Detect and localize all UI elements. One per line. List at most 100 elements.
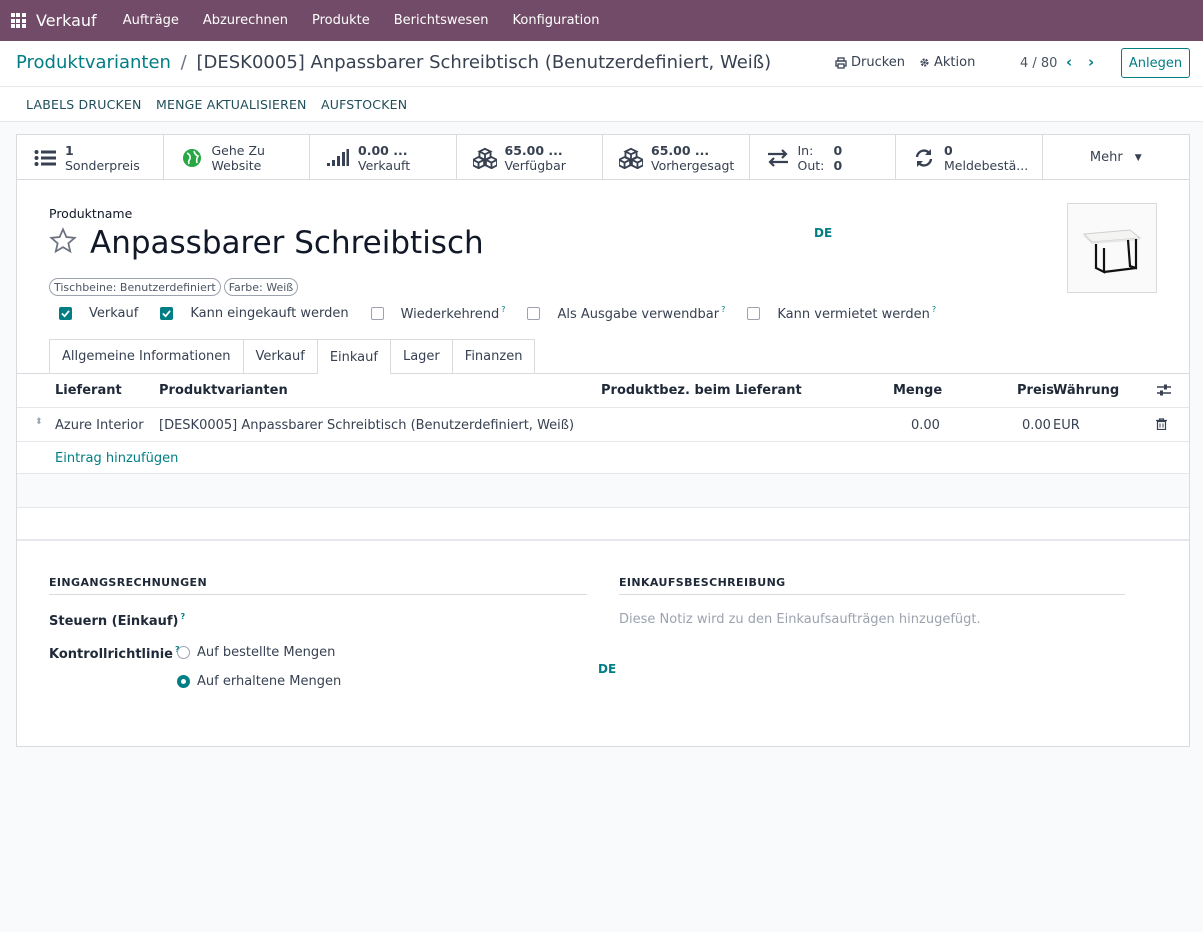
bills-section-title: EINGANGSRECHNUNGEN xyxy=(49,576,587,595)
website-line2: Website xyxy=(211,157,262,173)
product-name-field[interactable]: Anpassbarer Schreibtisch xyxy=(90,225,484,261)
row-divider xyxy=(17,441,1189,442)
action-label: Aktion xyxy=(934,55,976,70)
print-label: Drucken xyxy=(851,55,906,70)
currency-cell[interactable]: EUR xyxy=(1053,418,1080,433)
column-header-currency[interactable]: Währung xyxy=(1053,383,1119,398)
table-bottom-divider xyxy=(17,539,1189,541)
product-options: Verkauf Kann eingekauft werden Wiederkeh… xyxy=(59,305,958,322)
breadcrumb-parent[interactable]: Produktvarianten xyxy=(16,52,171,73)
out-value: 0 xyxy=(833,157,843,173)
purchase-description-field[interactable]: Diese Notiz wird zu den Einkaufsaufträge… xyxy=(619,612,981,627)
control-policy-label: Kontrollrichtlinie? xyxy=(49,645,180,662)
control-received-radio[interactable]: Auf erhaltene Mengen xyxy=(177,674,341,689)
pricelist-count: 1 xyxy=(65,142,74,158)
menu-reporting[interactable]: Berichtswesen xyxy=(382,0,501,41)
sale-ok-checkbox[interactable] xyxy=(59,307,72,320)
sale-ok-label: Verkauf xyxy=(89,306,139,321)
reorder-smart-button[interactable]: 0 Meldebestä... xyxy=(896,135,1043,180)
more-label: Mehr xyxy=(1089,150,1123,165)
table-header-divider xyxy=(17,407,1189,408)
cubes-icon xyxy=(472,146,497,170)
variant-tag-color: Farbe: Weiß xyxy=(223,278,299,296)
trash-icon[interactable] xyxy=(1156,418,1167,434)
description-language-badge[interactable]: DE xyxy=(598,662,616,676)
more-smart-button[interactable]: Mehr ▼ xyxy=(1043,135,1190,180)
menu-to-invoice[interactable]: Abzurechnen xyxy=(191,0,300,41)
pricelist-smart-button[interactable]: 1 Sonderpreis xyxy=(17,135,164,180)
available-label: Verfügbar xyxy=(504,157,566,173)
recurring-label: Wiederkehrend? xyxy=(400,305,506,322)
quantity-cell[interactable]: 0.00 xyxy=(911,418,940,433)
purchase-ok-checkbox[interactable] xyxy=(160,307,174,320)
menu-configuration[interactable]: Konfiguration xyxy=(501,0,612,41)
website-smart-button[interactable]: Gehe Zu Website xyxy=(164,135,310,180)
app-name[interactable]: Verkauf xyxy=(36,11,97,30)
action-button[interactable]: Aktion xyxy=(919,55,975,70)
tab-divider xyxy=(17,373,1189,374)
empty-row xyxy=(17,508,1189,541)
favorite-star-icon[interactable] xyxy=(49,227,77,259)
tab-sales[interactable]: Verkauf xyxy=(242,339,318,373)
drag-handle-icon[interactable]: ⬍ xyxy=(35,417,43,427)
control-ordered-radio[interactable]: Auf bestellte Mengen xyxy=(177,645,335,660)
can-be-expensed-checkbox[interactable] xyxy=(527,307,541,320)
pager-previous-icon[interactable]: ‹ xyxy=(1066,53,1072,71)
replenish-button[interactable]: AUFSTOCKEN xyxy=(321,97,407,112)
forecast-label: Vorhergesagt xyxy=(651,157,735,173)
name-language-badge[interactable]: DE xyxy=(814,226,832,240)
desk-image-icon xyxy=(1082,229,1142,274)
add-line-link[interactable]: Eintrag hinzufügen xyxy=(55,451,178,466)
sold-smart-button[interactable]: 0.00 ... Verkauft xyxy=(310,135,457,180)
column-header-variant[interactable]: Produktvarianten xyxy=(159,383,288,398)
forecast-smart-button[interactable]: 65.00 ... Vorhergesagt xyxy=(603,135,750,180)
column-header-vendor[interactable]: Lieferant xyxy=(55,383,122,398)
create-button[interactable]: Anlegen xyxy=(1121,48,1190,78)
rent-ok-label: Kann vermietet werden? xyxy=(777,305,937,322)
help-icon[interactable]: ? xyxy=(180,612,185,621)
column-header-quantity[interactable]: Menge xyxy=(893,383,942,398)
pricelist-label: Sonderpreis xyxy=(65,157,140,173)
purchase-ok-label: Kann eingekauft werden xyxy=(190,306,349,321)
print-labels-button[interactable]: LABELS DRUCKEN xyxy=(26,97,142,112)
menu-products[interactable]: Produkte xyxy=(300,0,382,41)
sold-label: Verkauft xyxy=(358,157,411,173)
forecast-value: 65.00 ... xyxy=(651,142,710,158)
menu-orders[interactable]: Aufträge xyxy=(111,0,191,41)
in-out-smart-button[interactable]: In: 0 Out: 0 xyxy=(750,135,896,180)
tab-purchase[interactable]: Einkauf xyxy=(316,339,391,374)
variant-tag-legs: Tischbeine: Benutzerdefiniert xyxy=(49,278,221,296)
available-smart-button[interactable]: 65.00 ... Verfügbar xyxy=(457,135,603,180)
top-navbar: Verkauf Aufträge Abzurechnen Produkte Be… xyxy=(0,0,1203,41)
product-name-label: Produktname xyxy=(49,206,133,221)
price-cell[interactable]: 0.00 xyxy=(1022,418,1051,433)
vendor-cell[interactable]: Azure Interior xyxy=(55,418,144,433)
tab-general-information[interactable]: Allgemeine Informationen xyxy=(49,339,244,373)
variant-cell[interactable]: [DESK0005] Anpassbarer Schreibtisch (Ben… xyxy=(159,418,574,433)
sold-value: 0.00 ... xyxy=(358,142,408,158)
print-button[interactable]: Drucken xyxy=(835,55,905,70)
pager-next-icon[interactable]: › xyxy=(1088,53,1094,71)
radio-button[interactable] xyxy=(177,646,190,659)
website-line1: Gehe Zu xyxy=(211,142,265,158)
update-quantity-button[interactable]: MENGE AKTUALISIEREN xyxy=(156,97,307,112)
recurring-checkbox[interactable] xyxy=(370,307,384,320)
apps-menu-icon[interactable] xyxy=(0,0,36,41)
column-header-vendor-product-name[interactable]: Produktbez. beim Lieferant xyxy=(601,383,802,398)
caret-down-icon: ▼ xyxy=(1134,152,1142,163)
tab-accounting[interactable]: Finanzen xyxy=(451,339,536,373)
rent-ok-checkbox[interactable] xyxy=(747,307,761,320)
column-header-price[interactable]: Preis xyxy=(1017,383,1054,398)
help-icon[interactable]: ? xyxy=(721,305,725,314)
breadcrumb: Produktvarianten / [DESK0005] Anpassbare… xyxy=(16,52,771,73)
pager-value[interactable]: 4 / 80 xyxy=(1020,56,1057,71)
tab-inventory[interactable]: Lager xyxy=(389,339,453,373)
out-label: Out: xyxy=(797,157,825,173)
product-image[interactable] xyxy=(1067,203,1157,293)
optional-columns-icon[interactable] xyxy=(1157,383,1171,401)
breadcrumb-current: [DESK0005] Anpassbarer Schreibtisch (Ben… xyxy=(196,52,772,73)
help-icon[interactable]: ? xyxy=(932,305,936,314)
help-icon[interactable]: ? xyxy=(501,305,505,314)
radio-button[interactable] xyxy=(177,675,190,688)
empty-row xyxy=(17,474,1189,507)
